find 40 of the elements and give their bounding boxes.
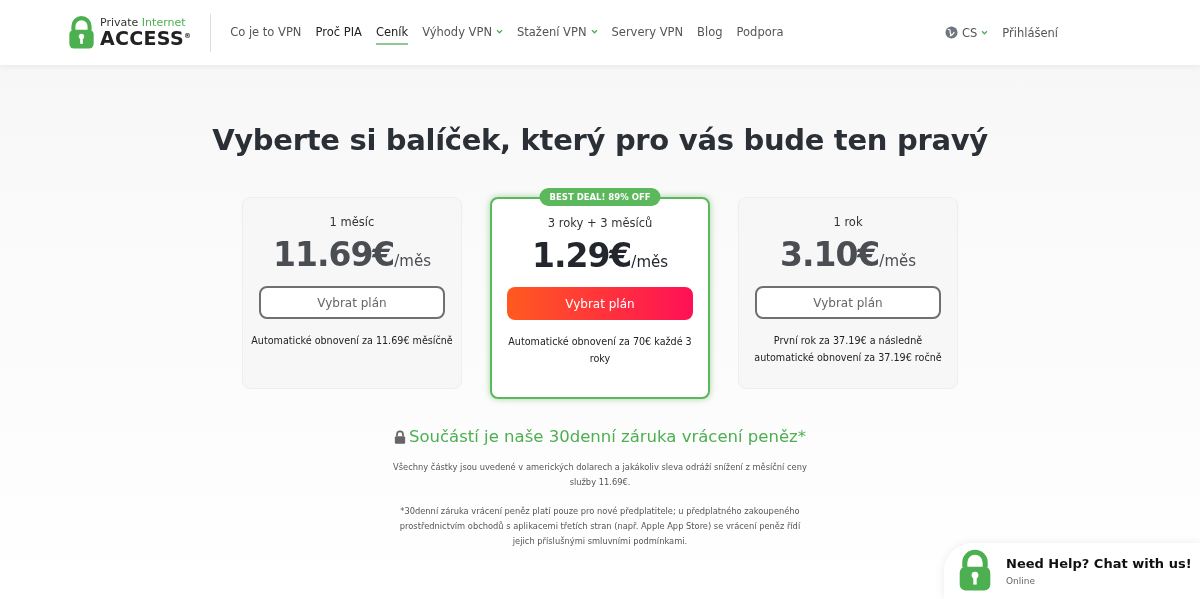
login-link[interactable]: Přihlášení	[1002, 25, 1058, 40]
deal-badge: BEST DEAL! 89% OFF	[539, 188, 661, 206]
lock-icon	[68, 15, 95, 50]
language-selector[interactable]: CS	[944, 25, 989, 40]
caret-icon	[496, 29, 503, 34]
caret-icon	[981, 30, 989, 35]
select-plan-button[interactable]: Vybrat plán	[755, 286, 941, 319]
logo-text: Private	[100, 15, 139, 29]
select-plan-button[interactable]: Vybrat plán	[259, 286, 445, 319]
plan-term: 3 roky + 3 měsíců	[547, 216, 653, 230]
logo-text: Internet	[141, 15, 186, 29]
footnote: *30denní záruka vrácení peněz platí pouze pro nové předplatitele; u předplatného zakoupeného prostřednictvím obchodů s aplikacemi třetích stran (např. Apple App Store) se vrácení peněz řídí jejich příslušnými smluvními podmínkami.	[398, 505, 802, 548]
nav-link[interactable]: Stažení VPN	[517, 20, 598, 45]
nav-link[interactable]: Výhody VPN	[422, 20, 503, 45]
plan-note: První rok za 37.19€ a následně automatické obnovení za 37.19€ ročně	[753, 334, 943, 365]
chat-title: Need Help? Chat with us!	[1006, 556, 1192, 571]
plan-note: Automatické obnovení za 11.69€ měsíčně	[251, 334, 453, 348]
chat-status: Online	[1006, 576, 1037, 586]
plan-price: 3.10€/měs	[779, 235, 917, 274]
lock-icon	[958, 549, 992, 593]
nav-link[interactable]: Servery VPN	[611, 20, 684, 45]
plan-price: 1.29€/měs	[531, 236, 669, 275]
guarantee-text: Součástí je naše 30denní záruka vrácení peněz*	[409, 427, 806, 446]
plan-term: 1 měsíc	[329, 215, 375, 229]
footnote: Všechny částky jsou uvedené v amerických dolarech a jakákoliv sleva odráží snížení z měsíční ceny služby 11.69€.	[392, 461, 808, 489]
plan-price: 11.69€/měs	[272, 235, 432, 274]
nav-link[interactable]: Proč PIA	[315, 20, 362, 45]
page-heading: Vyberte si balíček, který pro vás bude ten pravý	[212, 123, 988, 157]
nav-link[interactable]: Ceník	[375, 20, 409, 45]
select-plan-button[interactable]: Vybrat plán	[507, 287, 693, 320]
plan-term: 1 rok	[833, 215, 863, 229]
caret-icon	[590, 29, 598, 34]
nav-link[interactable]: Podpora	[736, 20, 784, 45]
nav-link[interactable]: Co je to VPN	[230, 20, 302, 45]
chat-widget[interactable]: Need Help? Chat with us! Online	[944, 543, 1200, 599]
logo[interactable]: Private Internet ACCESS$^{®}$	[68, 15, 192, 50]
plan-note: Automatické obnovení za 70€ každé 3 roky	[507, 335, 693, 366]
nav-link[interactable]: Blog	[697, 20, 723, 45]
logo-wordmark: ACCESS$^{®}$	[100, 29, 192, 49]
padlock-icon	[394, 429, 406, 444]
